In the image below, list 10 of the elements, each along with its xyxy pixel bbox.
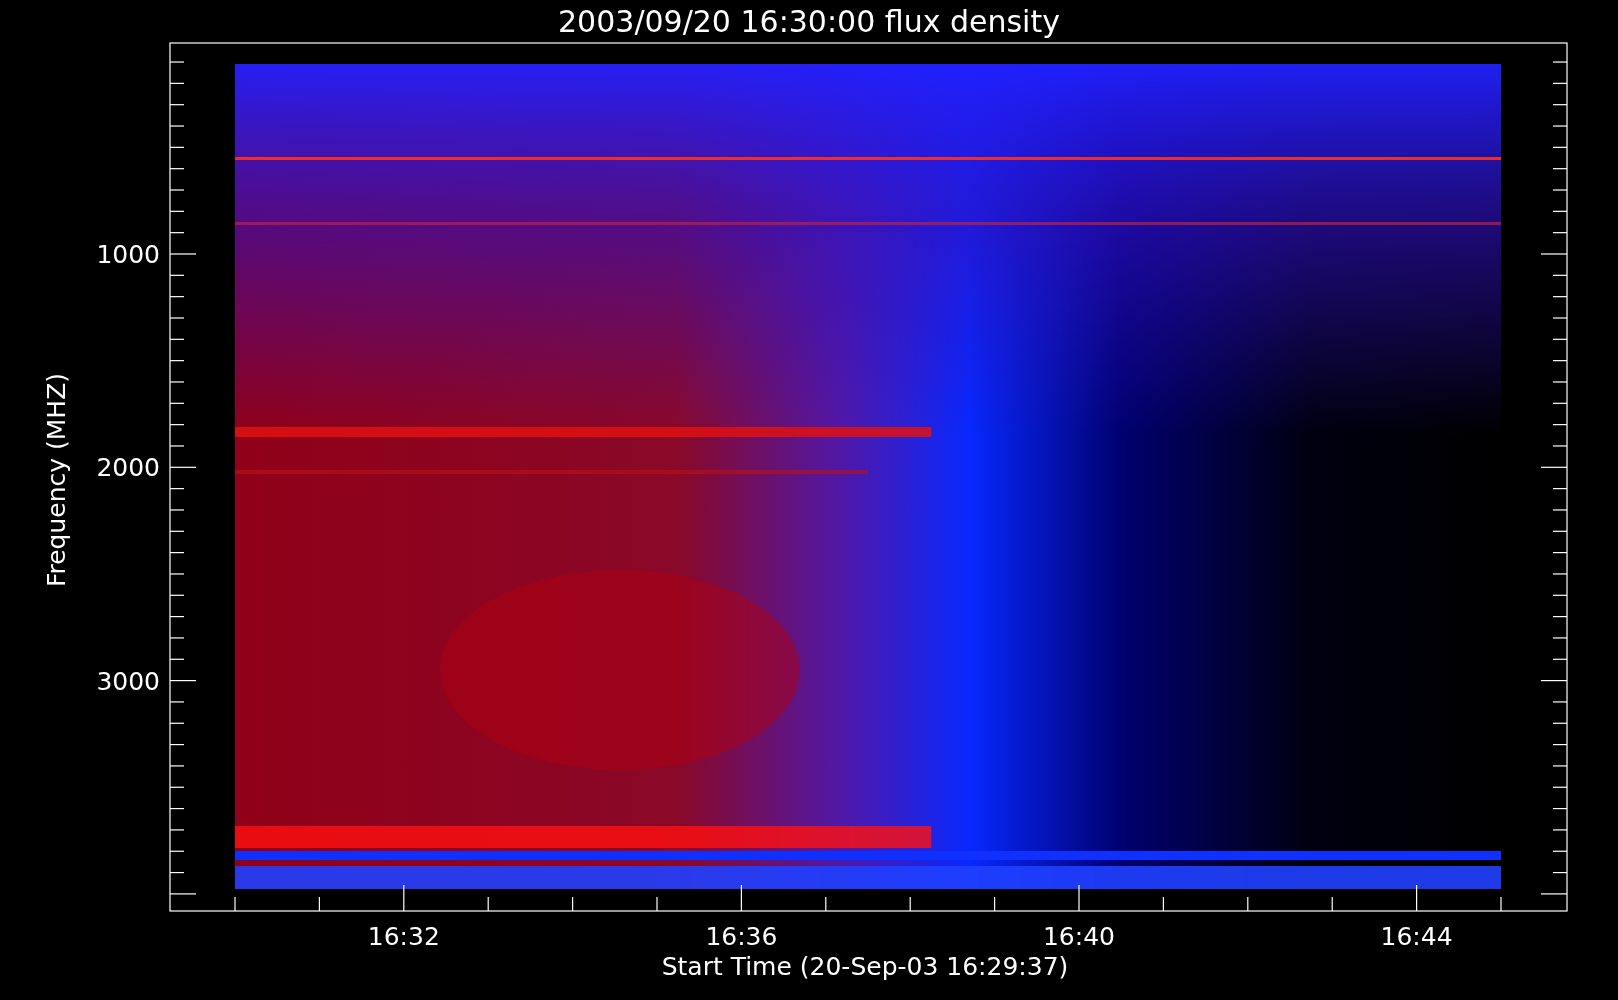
axis-label: Start Time (20-Sep-03 16:29:37) [661, 952, 1069, 981]
tick-label: 16:40 [1043, 922, 1115, 951]
tick-label: 16:44 [1380, 922, 1453, 951]
tick-label: 16:32 [367, 922, 440, 951]
tick-label: 16:36 [705, 922, 778, 951]
tick-label: 1000 [96, 240, 160, 269]
tick-label: 3000 [96, 666, 160, 696]
tick-label: 2000 [96, 453, 160, 483]
axis-label: Frequency (MHZ) [42, 372, 71, 588]
plot-title: 2003/09/20 16:30:00 flux density [558, 4, 1060, 39]
